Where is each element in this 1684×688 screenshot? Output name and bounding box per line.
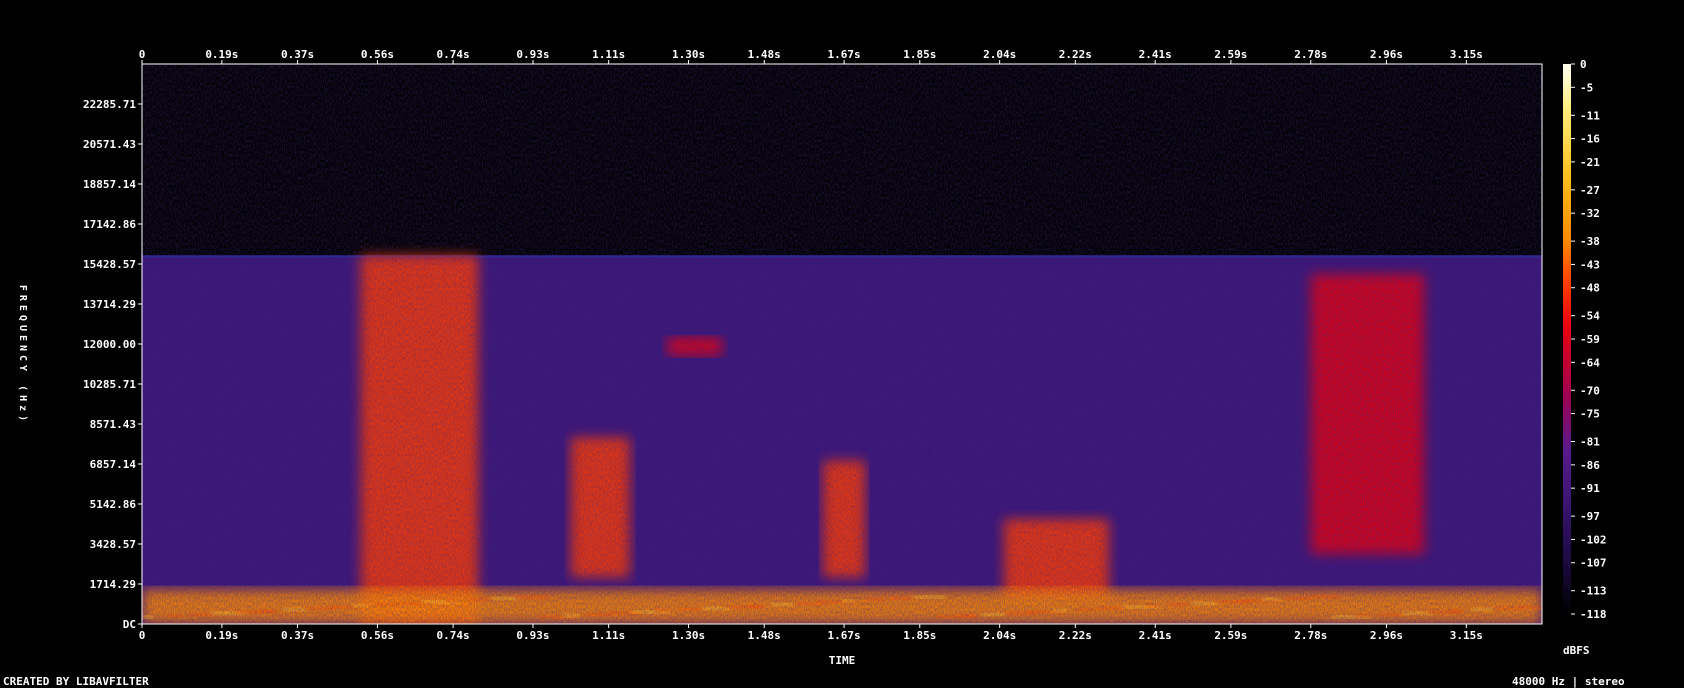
colorbar-tick-label: -11 <box>1580 109 1600 122</box>
x-tick-label-top: 2.04s <box>983 48 1016 61</box>
colorbar-tick-label: -54 <box>1580 310 1600 323</box>
colorbar-tick-label: -48 <box>1580 282 1600 295</box>
colorbar-tick-label: -59 <box>1580 333 1600 346</box>
x-tick-label-top: 1.30s <box>672 48 705 61</box>
y-tick-label: 5142.86 <box>90 498 137 511</box>
y-tick-label: 12000.00 <box>83 338 136 351</box>
x-tick-label-top: 2.59s <box>1214 48 1247 61</box>
y-tick-label: 18857.14 <box>83 178 136 191</box>
footer-created-by: CREATED BY LIBAVFILTER <box>3 675 149 688</box>
x-tick-label-top: 1.48s <box>748 48 781 61</box>
x-tick-label-bottom: 1.11s <box>592 629 625 642</box>
spectrogram-plot-area <box>142 64 1542 624</box>
x-tick-label-bottom: 1.67s <box>828 629 861 642</box>
x-tick-label-top: 0.37s <box>281 48 314 61</box>
x-tick-label-top: 3.15s <box>1450 48 1483 61</box>
y-tick-label: 15428.57 <box>83 258 136 271</box>
x-tick-label-bottom: 0.93s <box>516 629 549 642</box>
colorbar-tick-label: -75 <box>1580 408 1600 421</box>
x-tick-label-bottom: 0.74s <box>437 629 470 642</box>
colorbar-tick-label: -102 <box>1580 533 1607 546</box>
colorbar-tick-label: -113 <box>1580 585 1607 598</box>
colorbar-tick-label: -21 <box>1580 156 1600 169</box>
x-tick-label-bottom: 1.85s <box>903 629 936 642</box>
x-tick-label-bottom: 3.15s <box>1450 629 1483 642</box>
colorbar-label: dBFS <box>1563 644 1590 657</box>
colorbar: 0 -5 -11 -16 -21 -27 -32 -38 -43 -48 -54 -59 -64 -70 -… <box>1563 58 1607 657</box>
colorbar-tick-label: -118 <box>1580 608 1607 621</box>
x-tick-label-bottom: 2.22s <box>1059 629 1092 642</box>
spectrogram-chart: 0 0.19s 0.37s 0.56s 0.74s 0.93s 1.11s 1.30s 1.48… <box>3 48 1625 688</box>
x-tick-label-bottom: 2.41s <box>1139 629 1172 642</box>
x-tick-label-top: 1.67s <box>828 48 861 61</box>
x-tick-label-bottom: 2.04s <box>983 629 1016 642</box>
x-tick-label-bottom: 0.56s <box>361 629 394 642</box>
footer-sample-info: 48000 Hz | stereo <box>1512 675 1625 688</box>
colorbar-tick-label: -43 <box>1580 258 1600 271</box>
colorbar-tick-label: -32 <box>1580 207 1600 220</box>
colorbar-tick-label: -91 <box>1580 482 1600 495</box>
x-tick-label-top: 2.96s <box>1370 48 1403 61</box>
x-tick-label-top: 0.93s <box>516 48 549 61</box>
y-tick-label: 20571.43 <box>83 138 136 151</box>
x-tick-label-bottom: 0.19s <box>205 629 238 642</box>
y-tick-label: 10285.71 <box>83 378 136 391</box>
x-tick-label-top: 2.41s <box>1139 48 1172 61</box>
colorbar-tick-label: -27 <box>1580 184 1600 197</box>
y-axis-label: FREQUENCY (Hz) <box>17 285 28 425</box>
y-tick-label: 6857.14 <box>90 458 137 471</box>
x-tick-label-bottom: 0 <box>139 629 146 642</box>
colorbar-gradient <box>1563 64 1571 614</box>
colorbar-tick-label: -81 <box>1580 436 1600 449</box>
x-tick-label-bottom: 2.96s <box>1370 629 1403 642</box>
x-tick-label-bottom: 1.30s <box>672 629 705 642</box>
x-tick-label-top: 2.22s <box>1059 48 1092 61</box>
x-axis-label: TIME <box>829 654 856 667</box>
x-tick-label-top: 1.85s <box>903 48 936 61</box>
colorbar-tick-label: 0 <box>1580 58 1587 71</box>
x-tick-label-bottom: 2.59s <box>1214 629 1247 642</box>
colorbar-tick-label: -86 <box>1580 459 1600 472</box>
colorbar-tick-label: -38 <box>1580 235 1600 248</box>
colorbar-tick-label: -70 <box>1580 384 1600 397</box>
y-tick-label: 1714.29 <box>90 578 136 591</box>
x-tick-label-bottom: 1.48s <box>748 629 781 642</box>
x-tick-label-top: 0.19s <box>205 48 238 61</box>
colorbar-tick-label: -64 <box>1580 356 1600 369</box>
y-tick-label: 13714.29 <box>83 298 136 311</box>
x-tick-label-bottom: 0.37s <box>281 629 314 642</box>
x-tick-label-top: 0.56s <box>361 48 394 61</box>
y-tick-label: DC <box>123 618 136 631</box>
y-tick-label: 22285.71 <box>83 98 136 111</box>
x-tick-label-top: 0 <box>139 48 146 61</box>
x-tick-label-bottom: 2.78s <box>1294 629 1327 642</box>
x-tick-label-top: 1.11s <box>592 48 625 61</box>
y-tick-label: 8571.43 <box>90 418 136 431</box>
y-tick-label: 17142.86 <box>83 218 136 231</box>
colorbar-tick-label: -107 <box>1580 557 1607 570</box>
x-tick-label-top: 0.74s <box>437 48 470 61</box>
x-tick-label-top: 2.78s <box>1294 48 1327 61</box>
colorbar-tick-label: -97 <box>1580 510 1600 523</box>
colorbar-tick-label: -5 <box>1580 81 1593 94</box>
colorbar-tick-label: -16 <box>1580 133 1600 146</box>
y-tick-label: 3428.57 <box>90 538 136 551</box>
